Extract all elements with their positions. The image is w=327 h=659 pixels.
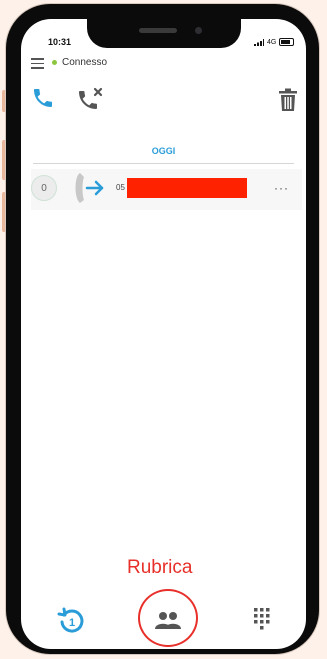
hamburger-icon[interactable] xyxy=(31,58,44,72)
more-options-icon[interactable]: ··· xyxy=(274,181,289,195)
notch xyxy=(87,19,241,48)
status-time: 10:31 xyxy=(48,37,72,47)
speaker xyxy=(139,28,177,33)
phone-number: 05 xyxy=(116,183,125,192)
trash-icon[interactable] xyxy=(278,88,298,112)
phone-icon[interactable] xyxy=(31,86,55,110)
dialpad-icon[interactable] xyxy=(252,606,272,632)
section-title: OGGI xyxy=(151,146,176,156)
section-divider xyxy=(33,163,294,164)
history-icon[interactable]: 1 xyxy=(57,606,87,636)
contacts-icon[interactable] xyxy=(154,609,182,631)
status-icons: 4G xyxy=(254,38,295,46)
outgoing-call-icon xyxy=(75,173,104,203)
svg-text:1: 1 xyxy=(69,617,75,629)
missed-call-icon[interactable] xyxy=(76,86,104,112)
battery-icon xyxy=(279,38,295,46)
network-label: 4G xyxy=(267,38,277,46)
call-count-badge: 0 xyxy=(31,175,57,201)
signal-icon xyxy=(254,38,264,46)
connection-status-dot xyxy=(52,60,57,65)
front-camera xyxy=(195,27,202,34)
phone-screen: 10:31 4G Connesso OGGI 0 05 ··· Rubrica … xyxy=(21,19,306,649)
connection-status: Connesso xyxy=(62,57,108,68)
redaction-bar xyxy=(127,178,247,198)
annotation-label: Rubrica xyxy=(127,557,193,578)
